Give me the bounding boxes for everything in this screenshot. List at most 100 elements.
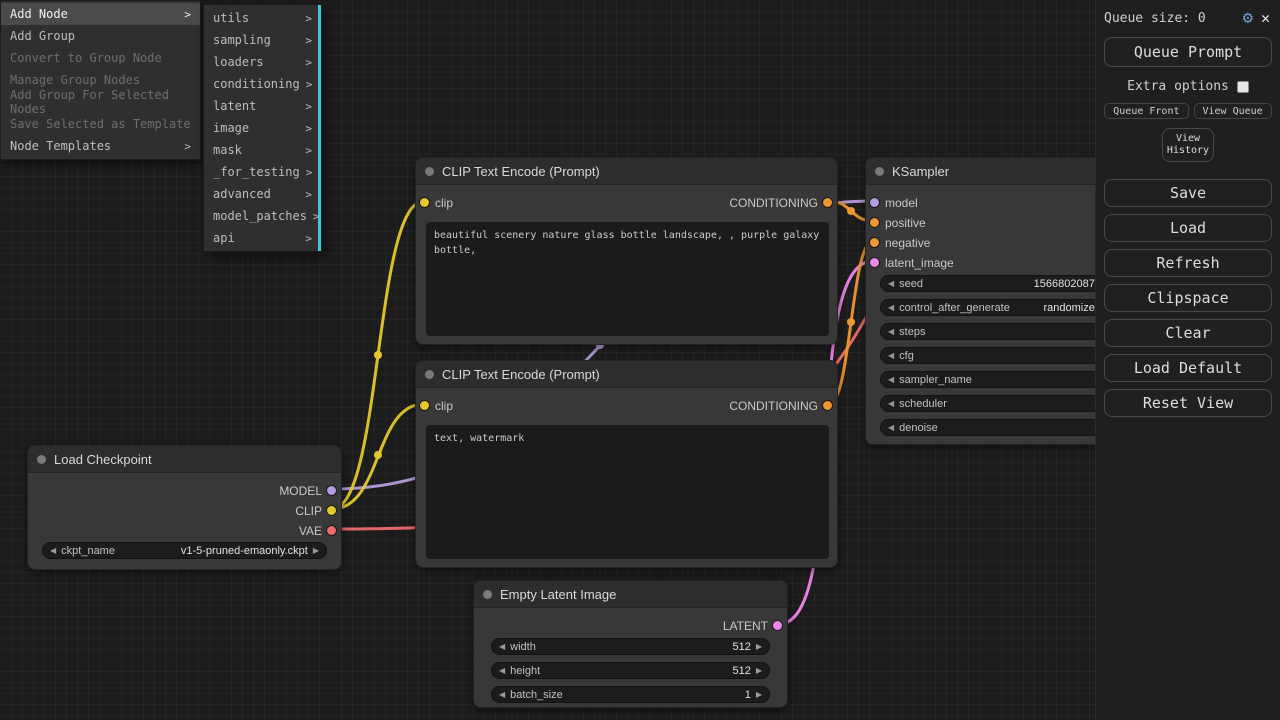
extra-options-checkbox[interactable] (1237, 81, 1249, 93)
output-port-latent[interactable] (773, 621, 782, 630)
settings-gear-icon[interactable]: ⚙ (1243, 10, 1253, 27)
submenu-arrow-icon: > (305, 144, 312, 157)
node-title-bar[interactable]: CLIP Text Encode (Prompt) (416, 361, 837, 388)
widget-ckpt-name[interactable]: ◀ ckpt_name v1-5-pruned-emaonly.ckpt ▶ (42, 542, 327, 559)
submenu-item-mask[interactable]: mask > (204, 139, 321, 161)
prompt-textarea[interactable]: text, watermark (426, 425, 829, 559)
node-title: Load Checkpoint (54, 452, 152, 467)
decrement-arrow-icon[interactable]: ◀ (888, 280, 894, 288)
widget-label: batch_size (510, 689, 563, 701)
output-port-conditioning[interactable] (823, 401, 832, 410)
node-collapse-dot[interactable] (425, 370, 434, 379)
widget-seed[interactable]: ◀ seed 1566802087 ▶ (880, 275, 1114, 292)
submenu-item-image[interactable]: image > (204, 117, 321, 139)
load-default-button[interactable]: Load Default (1104, 354, 1272, 382)
submenu-item-conditioning[interactable]: conditioning > (204, 73, 321, 95)
node-title-bar[interactable]: Load Checkpoint (28, 446, 341, 473)
output-label: CONDITIONING (729, 399, 818, 413)
widget-control-after-generate[interactable]: ◀ control_after_generate randomize ▶ (880, 299, 1114, 316)
decrement-arrow-icon[interactable]: ◀ (888, 376, 894, 384)
node-title-bar[interactable]: KSampler (866, 158, 1128, 185)
output-port-model[interactable] (327, 486, 336, 495)
node-title: CLIP Text Encode (Prompt) (442, 164, 600, 179)
submenu-scrollbar[interactable] (318, 5, 321, 251)
queue-front-button[interactable]: Queue Front (1104, 103, 1188, 119)
menu-item-node-templates[interactable]: Node Templates > (1, 135, 200, 157)
submenu-item-for-testing[interactable]: _for_testing > (204, 161, 321, 183)
queue-prompt-button[interactable]: Queue Prompt (1104, 37, 1272, 67)
increment-arrow-icon[interactable]: ▶ (756, 667, 762, 675)
submenu-item-model-patches[interactable]: model_patches > (204, 205, 321, 227)
widget-value: 512 (732, 641, 750, 653)
close-panel-icon[interactable]: ✕ (1261, 11, 1270, 26)
input-port-clip[interactable] (420, 198, 429, 207)
decrement-arrow-icon[interactable]: ◀ (499, 643, 505, 651)
submenu-arrow-icon: > (305, 232, 312, 245)
decrement-arrow-icon[interactable]: ◀ (888, 328, 894, 336)
widget-steps[interactable]: ◀ steps ▶ (880, 323, 1114, 340)
widget-scheduler[interactable]: ◀ scheduler ▶ (880, 395, 1114, 412)
clipspace-button[interactable]: Clipspace (1104, 284, 1272, 312)
node-collapse-dot[interactable] (483, 590, 492, 599)
menu-item-label: image (213, 121, 249, 135)
node-title: Empty Latent Image (500, 587, 616, 602)
decrement-arrow-icon[interactable]: ◀ (499, 691, 505, 699)
view-queue-button[interactable]: View Queue (1194, 103, 1272, 119)
menu-item-add-group[interactable]: Add Group (1, 25, 200, 47)
output-port-vae[interactable] (327, 526, 336, 535)
widget-label: ckpt_name (61, 545, 115, 557)
increment-arrow-icon[interactable]: ▶ (756, 643, 762, 651)
decrement-arrow-icon[interactable]: ◀ (499, 667, 505, 675)
node-title-bar[interactable]: Empty Latent Image (474, 581, 787, 608)
decrement-arrow-icon[interactable]: ◀ (50, 547, 56, 555)
node-clip-text-encode-positive[interactable]: CLIP Text Encode (Prompt) clip CONDITION… (415, 157, 838, 345)
save-button[interactable]: Save (1104, 179, 1272, 207)
submenu-item-utils[interactable]: utils > (204, 7, 321, 29)
submenu-item-sampling[interactable]: sampling > (204, 29, 321, 51)
graph-canvas[interactable]: CLIP Text Encode (Prompt) clip CONDITION… (0, 0, 1280, 720)
node-load-checkpoint[interactable]: Load Checkpoint MODEL CLIP VAE ◀ ckpt_na… (27, 445, 342, 570)
output-port-conditioning[interactable] (823, 198, 832, 207)
widget-cfg[interactable]: ◀ cfg ▶ (880, 347, 1114, 364)
decrement-arrow-icon[interactable]: ◀ (888, 352, 894, 360)
submenu-item-advanced[interactable]: advanced > (204, 183, 321, 205)
input-port-clip[interactable] (420, 401, 429, 410)
menu-item-label: mask (213, 143, 242, 157)
node-clip-text-encode-negative[interactable]: CLIP Text Encode (Prompt) clip CONDITION… (415, 360, 838, 568)
reset-view-button[interactable]: Reset View (1104, 389, 1272, 417)
increment-arrow-icon[interactable]: ▶ (313, 547, 319, 555)
decrement-arrow-icon[interactable]: ◀ (888, 400, 894, 408)
node-title: CLIP Text Encode (Prompt) (442, 367, 600, 382)
widget-width[interactable]: ◀ width 512 ▶ (491, 638, 770, 655)
submenu-item-loaders[interactable]: loaders > (204, 51, 321, 73)
widget-height[interactable]: ◀ height 512 ▶ (491, 662, 770, 679)
submenu-item-latent[interactable]: latent > (204, 95, 321, 117)
node-collapse-dot[interactable] (425, 167, 434, 176)
node-collapse-dot[interactable] (875, 167, 884, 176)
submenu-item-api[interactable]: api > (204, 227, 321, 249)
node-empty-latent-image[interactable]: Empty Latent Image LATENT ◀ width 512 ▶ … (473, 580, 788, 708)
input-label: model (885, 196, 918, 210)
menu-item-label: loaders (213, 55, 264, 69)
input-port-positive[interactable] (870, 218, 879, 227)
widget-batch-size[interactable]: ◀ batch_size 1 ▶ (491, 686, 770, 703)
input-port-model[interactable] (870, 198, 879, 207)
input-port-latent-image[interactable] (870, 258, 879, 267)
increment-arrow-icon[interactable]: ▶ (756, 691, 762, 699)
node-ksampler[interactable]: KSampler model positive negative latent_… (865, 157, 1129, 445)
clear-button[interactable]: Clear (1104, 319, 1272, 347)
node-title-bar[interactable]: CLIP Text Encode (Prompt) (416, 158, 837, 185)
decrement-arrow-icon[interactable]: ◀ (888, 424, 894, 432)
submenu-arrow-icon: > (305, 34, 312, 47)
prompt-textarea[interactable]: beautiful scenery nature glass bottle la… (426, 222, 829, 336)
output-port-clip[interactable] (327, 506, 336, 515)
view-history-button[interactable]: View History (1162, 128, 1214, 162)
widget-sampler-name[interactable]: ◀ sampler_name ▶ (880, 371, 1114, 388)
input-port-negative[interactable] (870, 238, 879, 247)
node-collapse-dot[interactable] (37, 455, 46, 464)
decrement-arrow-icon[interactable]: ◀ (888, 304, 894, 312)
refresh-button[interactable]: Refresh (1104, 249, 1272, 277)
load-button[interactable]: Load (1104, 214, 1272, 242)
widget-denoise[interactable]: ◀ denoise ▶ (880, 419, 1114, 436)
menu-item-add-node[interactable]: Add Node > (1, 3, 200, 25)
